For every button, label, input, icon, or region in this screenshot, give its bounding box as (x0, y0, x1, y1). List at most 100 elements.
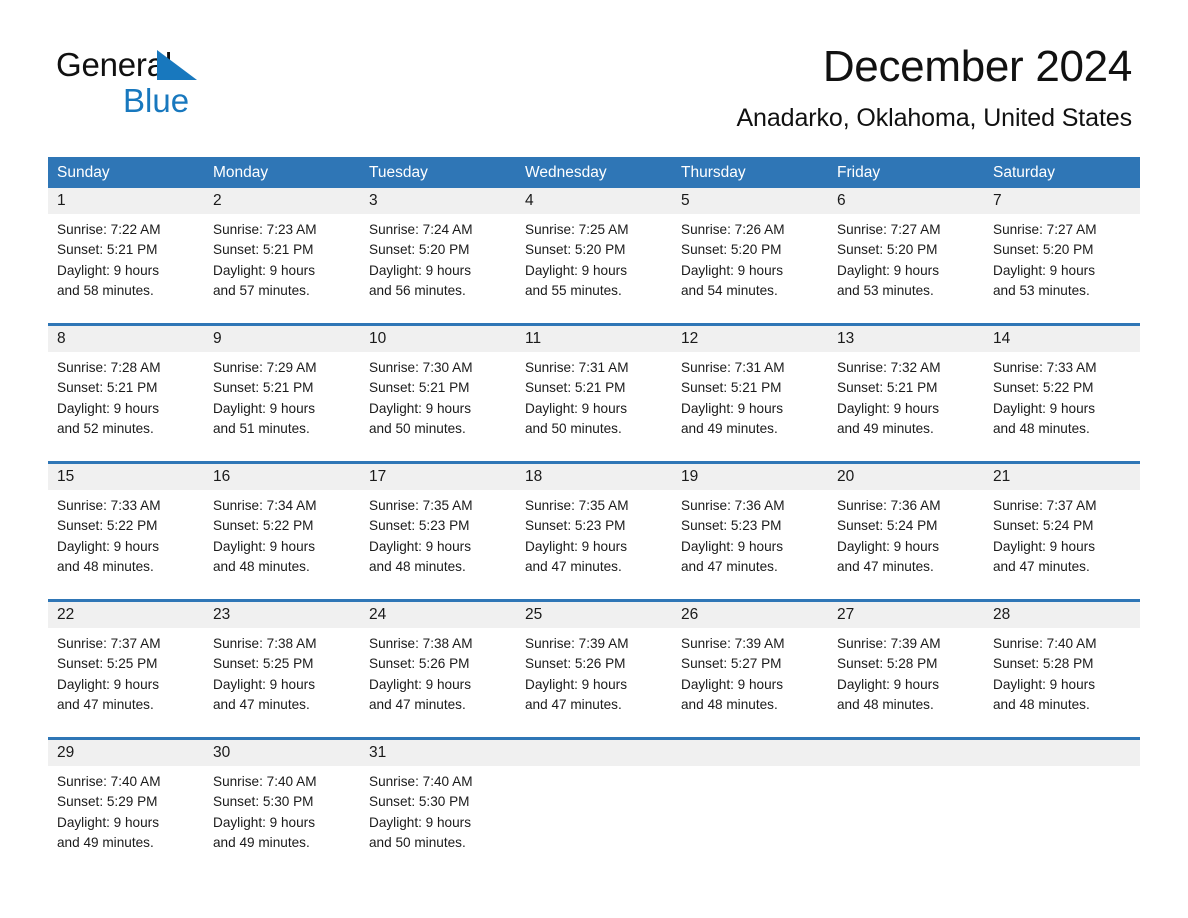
day-daylight-line: and 49 minutes. (213, 834, 310, 850)
day-cell[interactable]: Sunrise: 7:30 AM Sunset: 5:21 PM Daylight:… (360, 352, 516, 440)
day-number[interactable]: 5 (672, 188, 828, 214)
day-daylight-line: and 57 minutes. (213, 282, 310, 298)
day-sunset-line: Sunset: 5:21 PM (57, 380, 158, 396)
day-number[interactable]: 12 (672, 326, 828, 352)
day-cell[interactable]: Sunrise: 7:29 AM Sunset: 5:21 PM Daylight:… (204, 352, 360, 440)
day-cell[interactable]: Sunrise: 7:40 AM Sunset: 5:30 PM Daylight:… (360, 766, 516, 854)
day-cell[interactable]: Sunrise: 7:34 AM Sunset: 5:22 PM Daylight:… (204, 490, 360, 578)
day-number[interactable]: 25 (516, 602, 672, 628)
day-cell[interactable]: Sunrise: 7:40 AM Sunset: 5:30 PM Daylight:… (204, 766, 360, 854)
day-sunrise-line: Sunrise: 7:40 AM (369, 774, 473, 789)
day-daylight-line: Daylight: 9 hours (525, 538, 628, 554)
day-sunrise-line: Sunrise: 7:24 AM (369, 222, 473, 237)
day-cell[interactable]: Sunrise: 7:39 AM Sunset: 5:27 PM Daylight:… (672, 628, 828, 716)
day-number[interactable]: 28 (984, 602, 1140, 628)
day-cell[interactable]: Sunrise: 7:32 AM Sunset: 5:21 PM Daylight:… (828, 352, 984, 440)
day-number[interactable]: 11 (516, 326, 672, 352)
day-cell[interactable]: Sunrise: 7:40 AM Sunset: 5:28 PM Daylight:… (984, 628, 1140, 716)
day-cell[interactable]: Sunrise: 7:39 AM Sunset: 5:28 PM Daylight:… (828, 628, 984, 716)
day-cell[interactable]: Sunrise: 7:35 AM Sunset: 5:23 PM Daylight:… (516, 490, 672, 578)
day-number[interactable]: 19 (672, 464, 828, 490)
day-cell[interactable]: Sunrise: 7:36 AM Sunset: 5:23 PM Daylight:… (672, 490, 828, 578)
calendar-page: General Blue December 2024 Anadarko, Okl… (0, 0, 1188, 918)
day-cell[interactable]: Sunrise: 7:27 AM Sunset: 5:20 PM Daylight:… (984, 214, 1140, 302)
day-cell[interactable]: Sunrise: 7:33 AM Sunset: 5:22 PM Daylight:… (984, 352, 1140, 440)
day-daylight-line: and 49 minutes. (681, 420, 778, 436)
day-cell[interactable]: Sunrise: 7:31 AM Sunset: 5:21 PM Daylight:… (672, 352, 828, 440)
day-number[interactable]: 20 (828, 464, 984, 490)
day-number[interactable]: 10 (360, 326, 516, 352)
day-number[interactable]: 3 (360, 188, 516, 214)
day-number-band: 22 23 24 25 26 27 28 (48, 602, 1140, 628)
day-daylight-line: and 53 minutes. (837, 282, 934, 298)
day-cell-empty (672, 766, 828, 854)
day-cell[interactable]: Sunrise: 7:23 AM Sunset: 5:21 PM Daylight:… (204, 214, 360, 302)
day-number[interactable]: 21 (984, 464, 1140, 490)
day-cell[interactable]: Sunrise: 7:22 AM Sunset: 5:21 PM Daylight:… (48, 214, 204, 302)
day-daylight-line: Daylight: 9 hours (57, 814, 160, 830)
general-blue-logo[interactable]: General Blue (56, 46, 316, 119)
day-cell[interactable]: Sunrise: 7:27 AM Sunset: 5:20 PM Daylight:… (828, 214, 984, 302)
day-number[interactable]: 13 (828, 326, 984, 352)
day-daylight-line: Daylight: 9 hours (993, 262, 1096, 278)
day-cell[interactable]: Sunrise: 7:36 AM Sunset: 5:24 PM Daylight:… (828, 490, 984, 578)
day-number[interactable]: 24 (360, 602, 516, 628)
day-number[interactable]: 29 (48, 740, 204, 766)
day-cell[interactable]: Sunrise: 7:35 AM Sunset: 5:23 PM Daylight:… (360, 490, 516, 578)
logo-general-text: General (56, 46, 173, 83)
day-daylight-line: Daylight: 9 hours (369, 676, 472, 692)
day-cell[interactable]: Sunrise: 7:38 AM Sunset: 5:25 PM Daylight:… (204, 628, 360, 716)
day-cell[interactable]: Sunrise: 7:39 AM Sunset: 5:26 PM Daylight:… (516, 628, 672, 716)
day-cell[interactable]: Sunrise: 7:33 AM Sunset: 5:22 PM Daylight:… (48, 490, 204, 578)
day-number-band: 1234567 (48, 188, 1140, 214)
day-cell[interactable]: Sunrise: 7:24 AM Sunset: 5:20 PM Daylight:… (360, 214, 516, 302)
day-sunrise-line: Sunrise: 7:32 AM (837, 360, 941, 375)
day-number[interactable]: 2 (204, 188, 360, 214)
day-number[interactable]: 1 (48, 188, 204, 214)
logo-word-blue: Blue (123, 82, 190, 119)
day-sunrise-line: Sunrise: 7:40 AM (213, 774, 317, 789)
day-detail-row: Sunrise: 7:28 AM Sunset: 5:21 PM Daylight:… (48, 352, 1140, 440)
day-daylight-line: Daylight: 9 hours (993, 538, 1096, 554)
day-sunset-line: Sunset: 5:25 PM (57, 656, 158, 672)
day-number[interactable]: 7 (984, 188, 1140, 214)
day-cell[interactable]: Sunrise: 7:26 AM Sunset: 5:20 PM Daylight:… (672, 214, 828, 302)
day-cell[interactable]: Sunrise: 7:40 AM Sunset: 5:29 PM Daylight:… (48, 766, 204, 854)
day-cell[interactable]: Sunrise: 7:31 AM Sunset: 5:21 PM Daylight:… (516, 352, 672, 440)
day-number[interactable]: 31 (360, 740, 516, 766)
day-number[interactable]: 22 (48, 602, 204, 628)
day-sunrise-line: Sunrise: 7:31 AM (681, 360, 785, 375)
day-daylight-line: Daylight: 9 hours (213, 676, 316, 692)
day-cell[interactable]: Sunrise: 7:25 AM Sunset: 5:20 PM Daylight:… (516, 214, 672, 302)
day-cell[interactable]: Sunrise: 7:38 AM Sunset: 5:26 PM Daylight:… (360, 628, 516, 716)
day-number[interactable]: 9 (204, 326, 360, 352)
day-daylight-line: and 48 minutes. (993, 420, 1090, 436)
weekday-header-thursday: Thursday (681, 164, 746, 181)
day-number[interactable]: 14 (984, 326, 1140, 352)
day-number[interactable]: 6 (828, 188, 984, 214)
day-sunset-line: Sunset: 5:30 PM (369, 794, 470, 810)
day-number[interactable]: 18 (516, 464, 672, 490)
day-cell[interactable]: Sunrise: 7:37 AM Sunset: 5:24 PM Daylight:… (984, 490, 1140, 578)
day-cell[interactable]: Sunrise: 7:28 AM Sunset: 5:21 PM Daylight:… (48, 352, 204, 440)
day-number[interactable]: 30 (204, 740, 360, 766)
day-number[interactable]: 17 (360, 464, 516, 490)
day-daylight-line: and 47 minutes. (369, 696, 466, 712)
day-number[interactable]: 23 (204, 602, 360, 628)
day-sunset-line: Sunset: 5:21 PM (681, 380, 782, 396)
day-sunrise-line: Sunrise: 7:37 AM (57, 636, 161, 651)
day-number[interactable]: 15 (48, 464, 204, 490)
day-sunset-line: Sunset: 5:20 PM (681, 242, 782, 258)
day-sunrise-line: Sunrise: 7:27 AM (837, 222, 941, 237)
day-number[interactable]: 8 (48, 326, 204, 352)
day-number[interactable]: 4 (516, 188, 672, 214)
day-number[interactable]: 16 (204, 464, 360, 490)
day-sunset-line: Sunset: 5:26 PM (369, 656, 470, 672)
day-sunset-line: Sunset: 5:20 PM (837, 242, 938, 258)
day-daylight-line: and 47 minutes. (525, 558, 622, 574)
weekday-header-wednesday: Wednesday (525, 164, 607, 181)
day-number[interactable]: 27 (828, 602, 984, 628)
day-cell[interactable]: Sunrise: 7:37 AM Sunset: 5:25 PM Daylight:… (48, 628, 204, 716)
day-number[interactable]: 26 (672, 602, 828, 628)
week-spacer (48, 440, 1140, 461)
